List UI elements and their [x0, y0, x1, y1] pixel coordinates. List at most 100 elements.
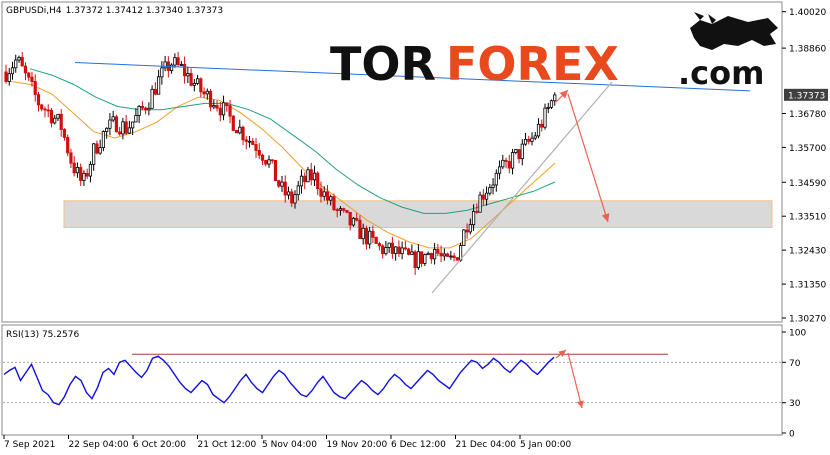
price-axis: 1.40020 1.38860 1.37373 1.36780 1.35700 1.345…: [782, 8, 828, 325]
candle-body: [43, 108, 47, 111]
candle-body: [335, 209, 339, 212]
candle-body: [322, 191, 326, 197]
candle-body: [92, 143, 96, 165]
candle-body: [118, 131, 122, 135]
candle-body: [79, 167, 83, 181]
price-tick-label: 1.31350: [789, 281, 826, 291]
candle-body: [501, 159, 505, 168]
chart-header: GBPUSDi,H4 1.37372 1.37412 1.37340 1.3737…: [6, 6, 223, 16]
rsi-tick-label: 100: [789, 329, 806, 339]
time-tick-label: 7 Sep 2021: [4, 440, 55, 450]
candle-body: [244, 139, 248, 142]
candle-body: [82, 172, 86, 181]
candle-body: [53, 117, 57, 124]
price-tick-label: 1.30270: [789, 315, 826, 325]
candle-body: [257, 150, 261, 156]
candle-body: [72, 162, 76, 174]
candle-body: [131, 121, 135, 129]
candle-body: [212, 105, 216, 108]
candle-body: [475, 210, 479, 213]
candle-body: [195, 78, 200, 84]
candle-body: [17, 57, 21, 61]
candle-body: [157, 76, 161, 95]
candle-body: [439, 252, 443, 257]
price-tick-label: 1.34590: [789, 179, 826, 189]
candle-body: [517, 149, 521, 160]
candle-body: [264, 159, 268, 165]
candle-body: [260, 154, 265, 161]
candle-body: [150, 88, 154, 109]
candle-body: [176, 57, 180, 65]
candle-body: [494, 172, 498, 186]
candle-body: [10, 67, 15, 75]
candle-body: [4, 71, 8, 82]
candle-body: [251, 140, 255, 145]
candle-body: [384, 247, 388, 255]
candle-body: [66, 136, 70, 154]
candle-body: [413, 251, 417, 269]
candle-body: [387, 242, 391, 248]
candle-body: [316, 172, 320, 190]
current-price-label: 1.37373: [788, 91, 825, 101]
candle-body: [429, 252, 433, 260]
candle-body: [290, 191, 294, 204]
candle-body: [433, 248, 437, 260]
candle-body: [296, 185, 300, 196]
time-tick-label: 19 Nov 20:00: [327, 440, 388, 450]
time-axis: 7 Sep 2021 22 Sep 04:00 6 Oct 20:00 21 Oct …: [3, 435, 572, 450]
candle-body: [445, 253, 450, 257]
candle-body: [481, 194, 485, 200]
candle-body: [23, 65, 28, 74]
chart-symbol: GBPUSDi,H4: [6, 6, 62, 16]
candle-body: [299, 175, 304, 187]
candle-body: [533, 135, 537, 139]
candle-body: [127, 127, 131, 134]
candle-body: [140, 105, 144, 109]
candle-body: [280, 181, 284, 187]
candle-body: [442, 253, 446, 257]
svg-text:FOREX: FOREX: [446, 37, 619, 91]
chart-ohlc: 1.37372 1.37412 1.37340 1.37373: [66, 6, 223, 16]
candle-body: [75, 167, 80, 174]
candle-body: [33, 81, 37, 95]
price-tick-label: 1.40020: [789, 8, 826, 18]
svg-text:.com: .com: [678, 54, 764, 92]
candle-body: [169, 64, 174, 71]
candle-body: [124, 121, 128, 134]
candle-body: [303, 175, 307, 183]
rsi-panel-frame: [1, 324, 783, 436]
candle-body: [426, 252, 430, 256]
candle-body: [488, 187, 492, 194]
candle-body: [345, 209, 349, 213]
candle-body: [221, 102, 226, 116]
rsi-axis: 100 70 30 0: [782, 329, 806, 440]
candle-body: [231, 115, 235, 131]
rsi-tick-label: 0: [789, 430, 795, 440]
candle-body: [153, 88, 157, 95]
candle-body: [361, 227, 365, 240]
rsi-label: RSI(13) 75.2576: [6, 330, 79, 340]
price-tick-label: 1.38860: [789, 45, 826, 55]
candle-body: [530, 137, 534, 142]
candle-body: [98, 147, 102, 154]
price-tick-label: 1.36780: [789, 110, 826, 120]
candle-body: [436, 248, 440, 254]
candle-body: [7, 73, 11, 82]
candle-body: [144, 107, 148, 111]
candle-body: [186, 73, 190, 77]
candle-body: [62, 129, 67, 138]
candle-body: [147, 107, 151, 111]
candle-body: [465, 229, 469, 233]
candle-body: [520, 143, 524, 160]
candle-body: [121, 121, 125, 135]
candle-body: [85, 172, 89, 177]
candle-body: [238, 126, 242, 134]
candle-body: [452, 255, 456, 258]
candle-body: [108, 119, 112, 129]
candle-body: [69, 152, 73, 164]
rsi-tick-label: 30: [789, 399, 801, 409]
candle-body: [491, 184, 495, 188]
candle-body: [202, 91, 206, 95]
candle-body: [267, 159, 271, 165]
candle-body: [351, 217, 356, 226]
